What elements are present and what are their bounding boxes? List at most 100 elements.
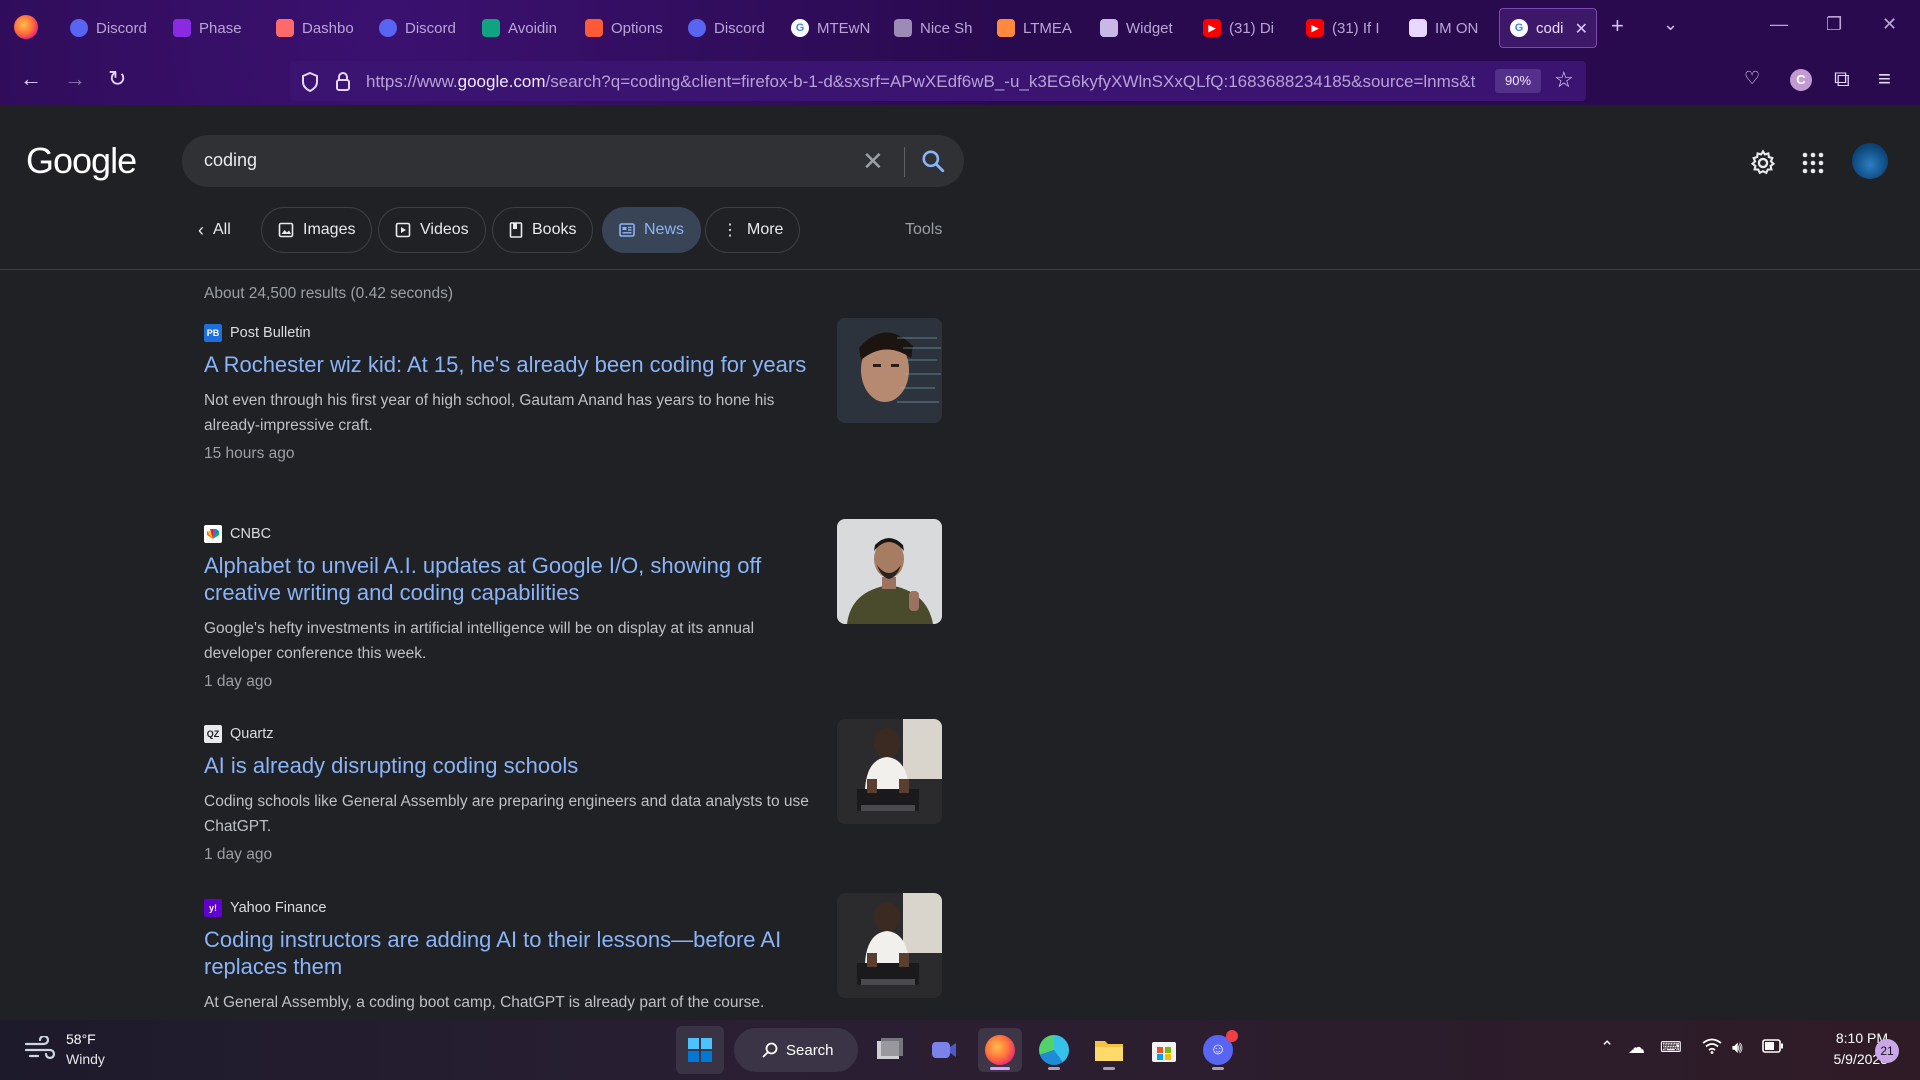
tracking-protection-icon[interactable] xyxy=(300,71,320,93)
taskbar-search-button[interactable]: Search xyxy=(734,1028,858,1072)
tab-images[interactable]: Images xyxy=(261,207,373,253)
discord-taskbar-button[interactable]: ☺ xyxy=(1196,1028,1240,1072)
notification-count-badge[interactable]: 21 xyxy=(1875,1039,1899,1063)
news-result: CNBC Alphabet to unveil A.I. updates at … xyxy=(204,519,944,691)
clock-date[interactable]: 5/9/2023 xyxy=(1796,1051,1889,1067)
pocket-icon[interactable]: ♡ xyxy=(1744,68,1760,89)
browser-tab[interactable]: Nice Sh xyxy=(884,8,990,48)
back-icon[interactable]: ← xyxy=(20,66,42,92)
address-bar[interactable]: https://www.google.com/search?q=coding&c… xyxy=(290,61,1586,101)
bookmark-star-icon[interactable]: ☆ xyxy=(1554,67,1574,93)
forward-icon[interactable]: → xyxy=(64,66,86,92)
extensions-icon[interactable]: ⧉ xyxy=(1834,66,1850,92)
news-result: y! Yahoo Finance Coding instructors are … xyxy=(204,893,944,1015)
search-box[interactable]: coding ✕ xyxy=(182,135,964,187)
search-input[interactable]: coding xyxy=(204,150,257,171)
file-explorer-button[interactable] xyxy=(1087,1028,1131,1072)
volume-icon[interactable]: 🔊︎ xyxy=(1732,1038,1743,1058)
browser-tab[interactable]: Options xyxy=(575,8,681,48)
keyboard-icon[interactable]: ⌨ xyxy=(1660,1038,1682,1056)
weather-condition[interactable]: Windy xyxy=(66,1051,105,1067)
browser-tab[interactable]: G MTEwN xyxy=(781,8,887,48)
browser-tab[interactable]: Avoidin xyxy=(472,8,578,48)
result-source[interactable]: QZ Quartz xyxy=(204,725,944,743)
google-icon: G xyxy=(791,19,809,37)
teams-chat-icon xyxy=(932,1042,956,1058)
browser-tab[interactable]: LTMEA xyxy=(987,8,1093,48)
result-thumbnail[interactable] xyxy=(837,719,942,824)
result-title-link[interactable]: A Rochester wiz kid: At 15, he's already… xyxy=(204,351,814,378)
edge-taskbar-button[interactable] xyxy=(1032,1028,1076,1072)
lock-icon[interactable] xyxy=(334,71,352,93)
weather-temperature[interactable]: 58°F xyxy=(66,1031,96,1047)
result-source[interactable]: PB Post Bulletin xyxy=(204,324,944,342)
browser-tab[interactable]: ▶ (31) Di xyxy=(1193,8,1299,48)
account-icon[interactable]: C xyxy=(1790,69,1812,91)
new-tab-icon[interactable]: + xyxy=(1611,13,1624,39)
browser-tab[interactable]: Dashbo xyxy=(266,8,372,48)
tab-videos[interactable]: Videos xyxy=(378,207,486,253)
options-icon xyxy=(585,19,603,37)
settings-gear-icon[interactable] xyxy=(1749,149,1777,177)
tab-more[interactable]: ⋮ More xyxy=(705,207,801,253)
more-vert-icon: ⋮ xyxy=(722,222,738,239)
reload-icon[interactable]: ↻ xyxy=(108,66,126,92)
running-indicator xyxy=(1103,1067,1115,1070)
profile-avatar[interactable] xyxy=(1852,143,1888,179)
news-result: PB Post Bulletin A Rochester wiz kid: At… xyxy=(204,318,944,463)
browser-tab[interactable]: Discord xyxy=(369,8,475,48)
task-view-button[interactable] xyxy=(868,1028,912,1072)
clear-search-icon[interactable]: ✕ xyxy=(862,146,884,177)
browser-tab[interactable]: Discord xyxy=(678,8,784,48)
search-icon[interactable] xyxy=(920,148,946,174)
battery-icon[interactable] xyxy=(1762,1038,1784,1058)
windy-weather-icon[interactable] xyxy=(24,1036,56,1062)
close-tab-icon[interactable]: ✕ xyxy=(1575,19,1588,39)
microsoft-store-button[interactable] xyxy=(1142,1028,1186,1072)
result-source[interactable]: CNBC xyxy=(204,525,944,543)
google-logo[interactable]: Google xyxy=(26,140,137,182)
post-bulletin-favicon: PB xyxy=(204,324,222,342)
google-apps-grid-icon[interactable] xyxy=(1802,152,1824,174)
browser-tab[interactable]: Phase xyxy=(163,8,269,48)
tools-button[interactable]: Tools xyxy=(905,221,942,239)
browser-tab[interactable]: IM ON xyxy=(1399,8,1505,48)
result-thumbnail[interactable] xyxy=(837,318,942,423)
result-thumbnail[interactable] xyxy=(837,893,942,998)
firefox-logo-icon[interactable] xyxy=(14,15,38,39)
zoom-level-badge[interactable]: 90% xyxy=(1495,69,1541,93)
tab-label: (31) If I xyxy=(1332,19,1380,37)
ltmea-icon xyxy=(997,19,1015,37)
browser-tab[interactable]: ▶ (31) If I xyxy=(1296,8,1402,48)
result-snippet: Coding schools like General Assembly are… xyxy=(204,793,809,835)
list-all-tabs-icon[interactable]: ⌄ xyxy=(1663,14,1678,35)
teams-chat-button[interactable] xyxy=(922,1028,966,1072)
firefox-taskbar-button[interactable] xyxy=(978,1028,1022,1072)
tab-news[interactable]: News xyxy=(602,207,702,253)
onedrive-cloud-icon[interactable]: ☁ xyxy=(1628,1038,1645,1058)
tab-all[interactable]: ‹ All xyxy=(198,207,231,253)
close-window-icon[interactable]: ✕ xyxy=(1882,14,1897,35)
browser-tab[interactable]: Widget xyxy=(1090,8,1196,48)
browser-tab[interactable]: Discord xyxy=(60,8,166,48)
url-text[interactable]: https://www.google.com/search?q=coding&c… xyxy=(366,72,1486,92)
show-hidden-icons-chevron[interactable]: ⌃ xyxy=(1600,1038,1614,1058)
result-title-link[interactable]: AI is already disrupting coding schools xyxy=(204,752,814,779)
wifi-icon[interactable] xyxy=(1702,1038,1722,1059)
book-icon xyxy=(509,222,523,238)
result-title-link[interactable]: Alphabet to unveil A.I. updates at Googl… xyxy=(204,552,814,606)
tab-videos-label: Videos xyxy=(420,221,469,238)
tab-books[interactable]: Books xyxy=(492,207,594,253)
image-icon xyxy=(278,222,294,238)
minimize-icon[interactable]: — xyxy=(1770,14,1788,35)
result-snippet: Google's hefty investments in artificial… xyxy=(204,620,755,662)
browser-chrome: Discord Phase Dashbo Discord Avoidin Options D… xyxy=(0,0,1920,105)
result-source[interactable]: y! Yahoo Finance xyxy=(204,899,944,917)
tab-active[interactable]: Gcodi ✕ xyxy=(1499,8,1597,48)
tab-label: MTEwN xyxy=(817,19,871,37)
result-thumbnail[interactable] xyxy=(837,519,942,624)
start-button[interactable] xyxy=(676,1026,724,1074)
result-title-link[interactable]: Coding instructors are adding AI to thei… xyxy=(204,926,814,980)
menu-hamburger-icon[interactable]: ≡ xyxy=(1878,66,1891,92)
restore-icon[interactable]: ❐ xyxy=(1826,14,1842,35)
